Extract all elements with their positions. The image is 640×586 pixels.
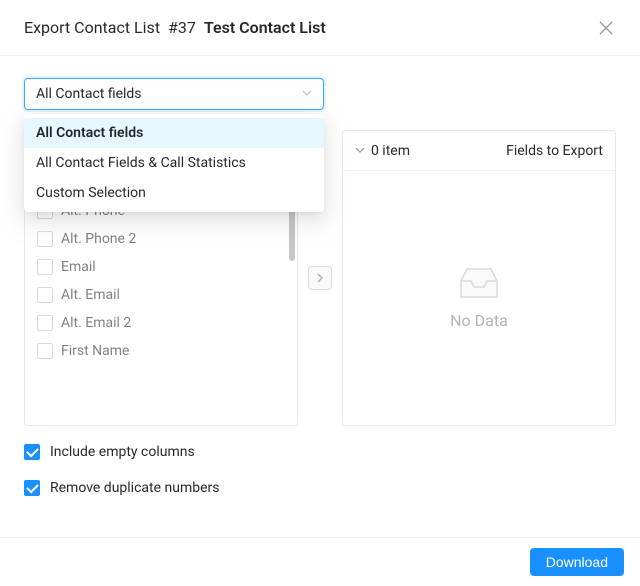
- chevron-down-icon: [355, 144, 365, 158]
- list-item[interactable]: Alt. Phone 2: [25, 225, 297, 253]
- remove-duplicate-numbers-checkbox[interactable]: Remove duplicate numbers: [24, 480, 616, 496]
- dropdown-option-all-contact-fields[interactable]: All Contact fields: [24, 118, 324, 148]
- field-label: Alt. Phone 2: [61, 231, 136, 247]
- download-button[interactable]: Download: [530, 548, 624, 576]
- checkbox[interactable]: [37, 231, 53, 247]
- modal-footer: Download: [0, 537, 640, 586]
- include-empty-label: Include empty columns: [50, 444, 195, 460]
- export-fields-panel: 0 item Fields to Export No Data: [342, 130, 616, 426]
- empty-label: No Data: [450, 311, 508, 330]
- include-empty-columns-checkbox[interactable]: Include empty columns: [24, 444, 616, 460]
- field-label: Email: [61, 259, 96, 275]
- list-item[interactable]: Email: [25, 253, 297, 281]
- list-item[interactable]: Alt. Email: [25, 281, 297, 309]
- modal-title: Export Contact List #37 Test Contact Lis…: [24, 18, 326, 37]
- panel-header-right: 0 item Fields to Export: [343, 131, 615, 171]
- chevron-down-icon: [302, 87, 312, 101]
- checkbox[interactable]: [37, 259, 53, 275]
- list-item[interactable]: Alt. Email 2: [25, 309, 297, 337]
- panel-count-right: 0 item: [355, 143, 410, 159]
- checkbox[interactable]: [37, 287, 53, 303]
- modal-body: All Contact fields All Contact fields Al…: [0, 56, 640, 496]
- checkbox-checked-icon: [24, 480, 40, 496]
- dropdown-option-all-and-stats[interactable]: All Contact Fields & Call Statistics: [24, 148, 324, 178]
- transfer-right-button[interactable]: [308, 266, 332, 290]
- list-item[interactable]: First Name: [25, 337, 297, 365]
- title-id: #37: [168, 18, 196, 37]
- right-title: Fields to Export: [506, 143, 603, 159]
- field-label: First Name: [61, 343, 129, 359]
- field-mode-select[interactable]: All Contact fields: [24, 78, 324, 110]
- checkbox[interactable]: [37, 315, 53, 331]
- select-value: All Contact fields: [36, 86, 142, 102]
- close-icon[interactable]: [596, 18, 616, 38]
- checkbox[interactable]: [37, 343, 53, 359]
- select-dropdown: All Contact fields All Contact Fields & …: [24, 114, 324, 212]
- right-count-label: 0 item: [371, 143, 410, 159]
- field-label: Alt. Email: [61, 287, 120, 303]
- dropdown-option-custom[interactable]: Custom Selection: [24, 178, 324, 208]
- modal-header: Export Contact List #37 Test Contact Lis…: [0, 0, 640, 56]
- title-list-name: Test Contact List: [204, 18, 326, 37]
- inbox-icon: [457, 267, 501, 301]
- field-label: Alt. Email 2: [61, 315, 131, 331]
- remove-dup-label: Remove duplicate numbers: [50, 480, 219, 496]
- title-prefix: Export Contact List: [24, 18, 160, 37]
- export-fields-empty: No Data: [343, 171, 615, 425]
- checkbox-checked-icon: [24, 444, 40, 460]
